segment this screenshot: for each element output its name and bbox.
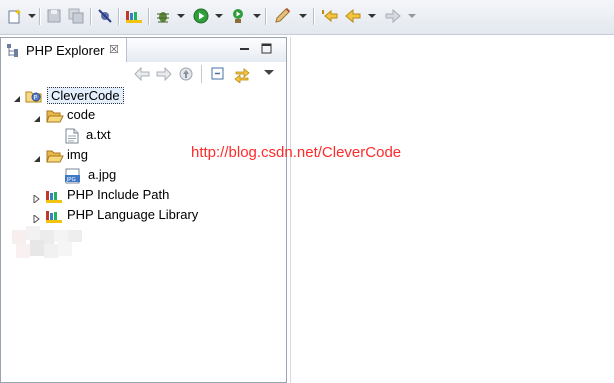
view-toolbar: [1, 62, 286, 88]
php-project-icon: P: [25, 88, 43, 107]
forward-icon[interactable]: [384, 7, 402, 25]
run-icon[interactable]: [192, 7, 210, 25]
tree-item-label: PHP Language Library: [67, 207, 199, 222]
link-with-editor-icon[interactable]: [234, 67, 250, 86]
external-tools-icon[interactable]: [230, 7, 248, 25]
svg-text:P: P: [34, 95, 38, 102]
forward-icon[interactable]: [156, 66, 172, 84]
view-toolbar-separator: [201, 65, 202, 83]
toolbar-separator: [313, 8, 315, 25]
editor-area[interactable]: [290, 37, 614, 383]
run-dropdown-arrow[interactable]: [215, 14, 223, 18]
debug-icon[interactable]: [154, 7, 172, 25]
library-icon: [45, 188, 63, 207]
view-menu-icon[interactable]: [264, 70, 274, 75]
toolbar-separator: [148, 8, 150, 25]
expanded-arrow-icon[interactable]: [33, 112, 41, 122]
save-icon[interactable]: [45, 7, 63, 25]
view-header: PHP Explorer ☒: [1, 38, 286, 62]
skip-breakpoints-icon[interactable]: [96, 7, 114, 25]
back-icon[interactable]: [344, 7, 362, 25]
php-library-icon[interactable]: [124, 7, 144, 25]
text-file-icon: [65, 128, 79, 147]
expanded-arrow-icon[interactable]: [13, 92, 21, 102]
toolbar-separator: [118, 8, 120, 25]
back-icon[interactable]: [134, 66, 150, 84]
tree-item-label: PHP Include Path: [67, 187, 170, 202]
forward-dropdown-arrow[interactable]: [408, 14, 416, 18]
tab-php-explorer[interactable]: PHP Explorer ☒: [1, 38, 127, 62]
library-icon: [45, 208, 63, 227]
open-folder-icon: [46, 148, 64, 167]
maximize-icon[interactable]: [261, 43, 273, 58]
edit-tool-dropdown-arrow[interactable]: [299, 14, 307, 18]
expanded-arrow-icon[interactable]: [33, 152, 41, 162]
jpg-file-icon: JPG: [65, 168, 81, 187]
tree-item-label: code: [67, 107, 96, 122]
tree-item-label: img: [67, 147, 88, 162]
collapsed-arrow-icon[interactable]: [33, 192, 41, 205]
tab-title: PHP Explorer: [26, 43, 105, 58]
edit-tool-icon[interactable]: [273, 7, 293, 25]
debug-dropdown-arrow[interactable]: [177, 14, 185, 18]
external-tools-dropdown-arrow[interactable]: [253, 14, 261, 18]
tree-item-label: a.txt: [86, 127, 111, 142]
main-toolbar: [0, 0, 614, 35]
back-dropdown-arrow[interactable]: [368, 14, 376, 18]
php-explorer-view: PHP Explorer ☒ P CleverCode code a.txt i…: [0, 37, 287, 383]
collapse-all-icon[interactable]: [211, 67, 225, 84]
minimize-icon[interactable]: [239, 43, 251, 58]
tree-item-label: a.jpg: [88, 167, 117, 182]
toolbar-separator: [265, 8, 267, 25]
collapsed-arrow-icon[interactable]: [33, 212, 41, 225]
new-wizard-icon[interactable]: [6, 7, 24, 25]
watermark-text: http://blog.csdn.net/CleverCode: [191, 144, 402, 161]
last-edit-location-icon[interactable]: [320, 7, 340, 25]
php-explorer-icon: [7, 44, 19, 60]
toolbar-separator: [90, 8, 92, 25]
save-all-icon[interactable]: [67, 7, 85, 25]
open-folder-icon: [46, 108, 64, 127]
toolbar-separator: [39, 8, 41, 25]
close-icon[interactable]: ☒: [109, 43, 119, 56]
tree-item-label: CleverCode: [47, 87, 124, 104]
svg-text:JPG: JPG: [66, 177, 76, 183]
pixelated-redaction: [12, 226, 92, 266]
up-icon[interactable]: [179, 67, 193, 84]
new-dropdown-arrow[interactable]: [28, 14, 36, 18]
